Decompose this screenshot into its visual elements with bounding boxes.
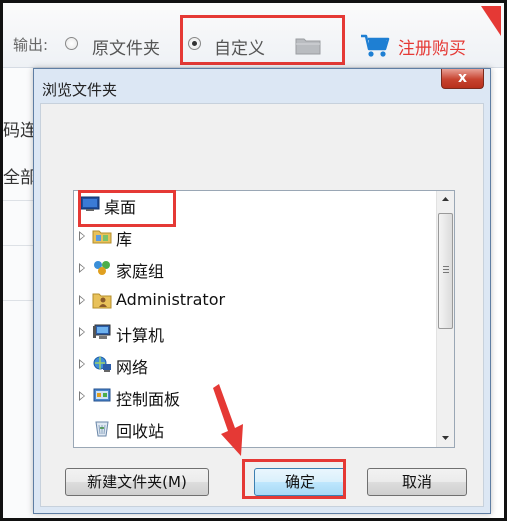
expand-arrow-icon[interactable]: [79, 391, 85, 401]
background-text: 全部: [3, 168, 37, 188]
tree-item-label: 家庭组: [116, 262, 165, 281]
grip-line: [443, 269, 449, 270]
recycle-bin-icon: [95, 421, 109, 437]
annotation-arrow-corner: [481, 6, 501, 36]
vertical-scrollbar[interactable]: [436, 191, 454, 447]
radio-original-folder[interactable]: [65, 37, 78, 50]
close-button[interactable]: x: [441, 69, 484, 89]
highlight-custom-option: [180, 15, 345, 65]
tree-item-label: Administrator: [116, 290, 226, 309]
highlight-desktop-item: [78, 190, 176, 227]
highlight-ok-button: [242, 459, 346, 499]
tree-item-label: 网络: [116, 358, 149, 377]
scrollbar-thumb[interactable]: [438, 213, 453, 329]
expand-arrow-icon[interactable]: [79, 263, 85, 273]
tree-item-label: 控制面板: [116, 390, 181, 409]
tree-item-homegroup[interactable]: 家庭组: [74, 257, 434, 281]
folder-tree[interactable]: 桌面 库 家庭组 Administrator 计算机 网络 控制面板 回收站: [73, 190, 455, 448]
control-panel-icon: [93, 388, 111, 402]
expand-arrow-icon[interactable]: [79, 359, 85, 369]
expand-arrow-icon[interactable]: [79, 327, 85, 337]
register-purchase-link[interactable]: 注册购买: [398, 34, 466, 59]
shopping-cart-icon[interactable]: [360, 33, 390, 59]
homegroup-icon: [94, 261, 110, 275]
tree-item-network[interactable]: 网络: [74, 353, 434, 377]
divider: [3, 245, 33, 246]
dialog-client-area: 桌面 库 家庭组 Administrator 计算机 网络 控制面板 回收站 新…: [40, 103, 484, 507]
new-folder-button[interactable]: 新建文件夹(M): [65, 468, 209, 496]
tree-item-label: 库: [116, 230, 133, 249]
close-icon: x: [457, 70, 468, 86]
tree-item-library[interactable]: 库: [74, 225, 434, 249]
library-icon: [92, 230, 112, 244]
divider: [3, 300, 33, 301]
computer-icon: [93, 324, 111, 339]
tree-item-label: 计算机: [116, 326, 165, 345]
cancel-button[interactable]: 取消: [367, 468, 467, 496]
tree-item-computer[interactable]: 计算机: [74, 321, 434, 345]
scroll-up-icon[interactable]: [437, 191, 454, 208]
grip-line: [443, 272, 449, 273]
annotation-arrow: [213, 384, 243, 456]
scroll-down-icon[interactable]: [437, 429, 454, 446]
background-text: 码连: [3, 121, 37, 141]
dialog-title: 浏览文件夹: [42, 81, 118, 99]
user-folder-icon: [92, 293, 112, 309]
output-label: 输出:: [13, 36, 49, 54]
grip-line: [443, 266, 449, 267]
option-original-folder-label: 原文件夹: [92, 39, 160, 59]
tree-item-label: 回收站: [116, 422, 165, 441]
browse-folder-dialog: 浏览文件夹 x 桌面 库 家庭组 Administrator 计算机 网络 控制…: [33, 68, 491, 514]
divider: [3, 200, 33, 201]
network-icon: [93, 356, 111, 372]
expand-arrow-icon[interactable]: [79, 295, 85, 305]
tree-item-administrator[interactable]: Administrator: [74, 289, 434, 313]
expand-arrow-icon[interactable]: [79, 231, 85, 241]
